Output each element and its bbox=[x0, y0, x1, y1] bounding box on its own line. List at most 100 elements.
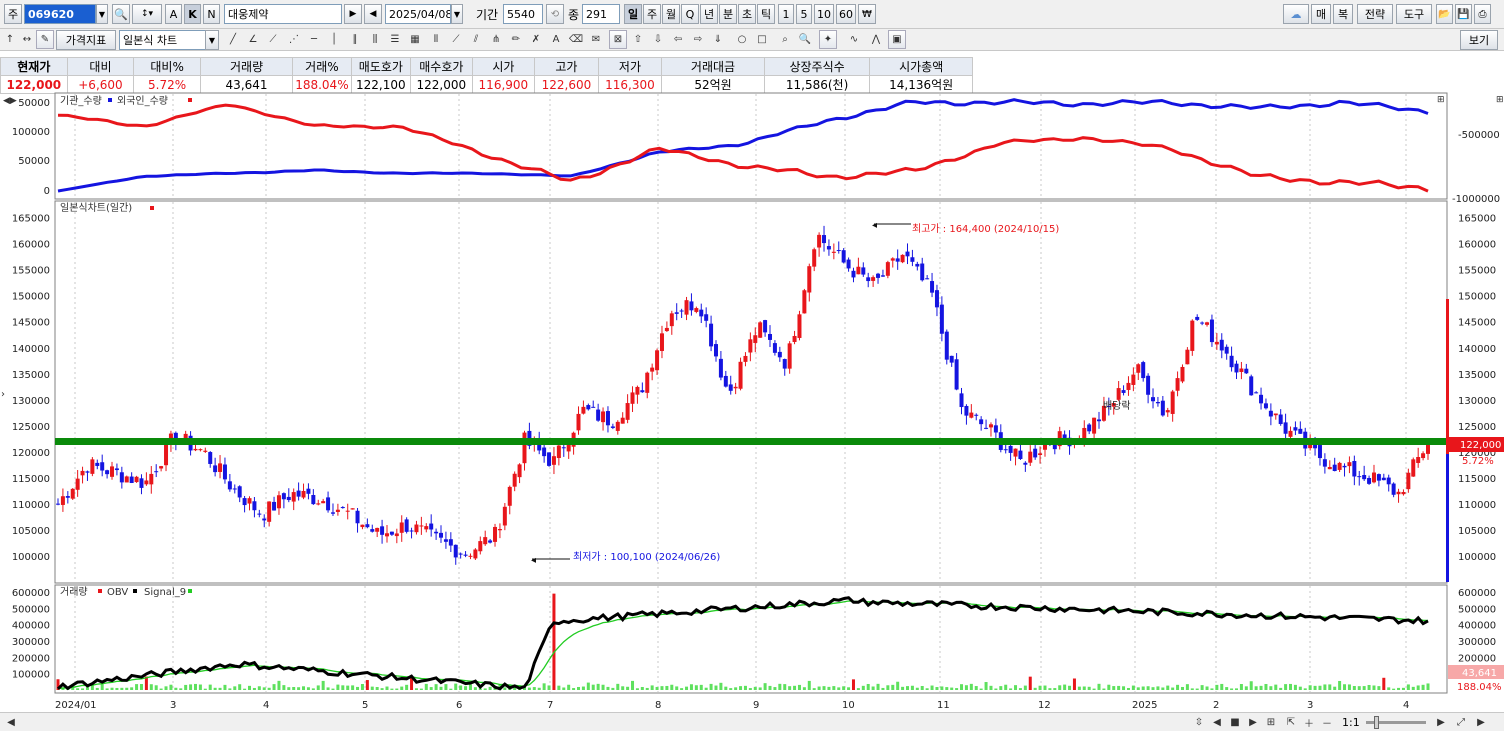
gann-grid-icon[interactable]: ▦ bbox=[406, 30, 424, 49]
zigzag-icon[interactable]: ⋀ bbox=[867, 30, 885, 49]
search-icon[interactable]: 🔍 bbox=[112, 4, 130, 24]
magnifier-icon[interactable]: 🔍 bbox=[796, 30, 814, 49]
mode-k-button[interactable]: K bbox=[184, 4, 201, 24]
scroll-left-icon[interactable]: ◀ bbox=[2, 713, 20, 732]
chart-type-dropdown-icon[interactable]: ▼ bbox=[205, 30, 219, 50]
cloud-icon[interactable]: ☁ bbox=[1283, 4, 1309, 24]
candle-body bbox=[846, 259, 851, 269]
arrow-right-icon[interactable]: ⇨ bbox=[689, 30, 707, 49]
volume-bar bbox=[685, 686, 689, 690]
top-panel-toggle-icon[interactable]: ◀▶ bbox=[3, 96, 17, 106]
parallel-line-icon[interactable]: ∥ bbox=[346, 30, 364, 49]
ray-line-icon[interactable]: ⟋ bbox=[264, 30, 282, 49]
price-indicator-button[interactable]: 가격지표 bbox=[56, 30, 116, 50]
period-input[interactable]: 5540 bbox=[503, 4, 543, 24]
arrow-up-icon[interactable]: ⇧ bbox=[629, 30, 647, 49]
zoom-area-icon[interactable]: ⌕ bbox=[776, 30, 794, 49]
vertical-line-icon[interactable]: │ bbox=[325, 30, 343, 49]
period-second-button[interactable]: 초 bbox=[738, 4, 756, 24]
top-panel-scroll-icon[interactable]: ⊞ bbox=[1496, 95, 1504, 105]
mode-n-button[interactable]: N bbox=[203, 4, 220, 24]
andrews-pitchfork-icon[interactable]: ⋔ bbox=[487, 30, 505, 49]
period-quarter-button[interactable]: Q bbox=[681, 4, 699, 24]
eraser-icon[interactable]: ✗ bbox=[527, 30, 545, 49]
count-input[interactable]: 291 bbox=[582, 4, 620, 24]
mode-a-button[interactable]: A bbox=[165, 4, 182, 24]
scroll-mode-icon[interactable]: ⇳ bbox=[1190, 713, 1208, 732]
fan-line-icon[interactable]: ⋰ bbox=[285, 30, 303, 49]
next-stock-icon[interactable]: ◀ bbox=[364, 4, 382, 24]
chart-area[interactable]: ◀▶ ⊞ ⊞ 기관_수량 외국인_수량 50000 100000 50000 0… bbox=[0, 92, 1504, 712]
arrow-left-icon[interactable]: ⇦ bbox=[669, 30, 687, 49]
maximize-icon[interactable]: ⤢ bbox=[1452, 713, 1470, 732]
stock-code-input[interactable]: 069620 bbox=[24, 4, 96, 24]
scroll-end-icon[interactable]: ▶ bbox=[1432, 713, 1450, 732]
channel-icon[interactable]: ⫽ bbox=[467, 30, 485, 49]
print-icon[interactable]: ⎙ bbox=[1474, 4, 1491, 24]
crosshair-icon[interactable]: ⊠ bbox=[609, 30, 627, 49]
collapse-up-icon[interactable]: ↑ bbox=[1, 30, 19, 49]
interval-10-button[interactable]: 10 bbox=[814, 4, 834, 24]
folder-icon[interactable]: 📂 bbox=[1436, 4, 1453, 24]
tools-button[interactable]: 도구 bbox=[1396, 4, 1432, 24]
volume-bar bbox=[321, 680, 325, 690]
period-year-button[interactable]: 년 bbox=[700, 4, 718, 24]
text-tool-icon[interactable]: A bbox=[547, 30, 565, 49]
highlight-icon[interactable]: ✦ bbox=[819, 30, 837, 49]
top-panel-menu-icon[interactable]: ⊞ bbox=[1437, 95, 1445, 105]
grid-toggle-icon[interactable]: ⊞ bbox=[1262, 713, 1280, 732]
fit-icon[interactable]: ⇱ bbox=[1282, 713, 1300, 732]
zoom-out-icon[interactable]: － bbox=[1318, 713, 1336, 732]
forward-icon[interactable]: ▶ bbox=[1244, 713, 1262, 732]
left-panel-toggle-icon[interactable]: › bbox=[1, 389, 5, 400]
zoom-slider-handle[interactable] bbox=[1374, 716, 1379, 729]
buy-button[interactable]: 매 bbox=[1311, 4, 1331, 24]
interval-1-button[interactable]: 1 bbox=[778, 4, 794, 24]
horizontal-line-icon[interactable]: ─ bbox=[305, 30, 323, 49]
period-minute-button[interactable]: 분 bbox=[719, 4, 737, 24]
fibonacci-time-icon[interactable]: ⫼ bbox=[366, 30, 384, 49]
copy-button[interactable]: 복 bbox=[1333, 4, 1353, 24]
wave-icon[interactable]: ∿ bbox=[845, 30, 863, 49]
settings-icon[interactable]: ✎ bbox=[36, 30, 54, 49]
trendline-icon[interactable]: ╱ bbox=[224, 30, 242, 49]
period-month-button[interactable]: 월 bbox=[662, 4, 680, 24]
interval-60-button[interactable]: 60 bbox=[836, 4, 856, 24]
scroll-right-icon[interactable]: ▶ bbox=[1472, 713, 1490, 732]
currency-icon[interactable]: ₩ bbox=[858, 4, 876, 24]
pencil-icon[interactable]: ✏ bbox=[507, 30, 525, 49]
period-tick-button[interactable]: 틱 bbox=[757, 4, 775, 24]
date-dropdown-icon[interactable]: ▼ bbox=[451, 4, 463, 24]
rectangle-icon[interactable]: □ bbox=[753, 30, 771, 49]
speed-line-icon[interactable]: ⟋ bbox=[447, 30, 465, 49]
erase-all-icon[interactable]: ⌫ bbox=[567, 30, 585, 49]
strategy-button[interactable]: 전략 bbox=[1357, 4, 1393, 24]
interval-5-button[interactable]: 5 bbox=[796, 4, 812, 24]
stop-icon[interactable]: ■ bbox=[1226, 713, 1244, 732]
expand-icon[interactable]: ↔ bbox=[18, 30, 36, 49]
current-price-tag: 122,000 bbox=[1460, 440, 1501, 451]
lock-icon[interactable]: ⟲ bbox=[546, 4, 564, 24]
prev-stock-icon[interactable]: ▶ bbox=[344, 4, 362, 24]
memo-icon[interactable]: ✉ bbox=[587, 30, 605, 49]
volume-bar bbox=[444, 684, 448, 690]
code-dropdown-arrow-icon[interactable]: ▼ bbox=[96, 4, 108, 24]
date-input[interactable]: 2025/04/08 bbox=[385, 4, 451, 24]
chart-type-select[interactable]: 일본식 차트 bbox=[119, 30, 207, 50]
fibonacci-retrace-icon[interactable]: ☰ bbox=[386, 30, 404, 49]
market-button[interactable]: 주 bbox=[4, 4, 22, 24]
period-day-button[interactable]: 일 bbox=[624, 4, 642, 24]
circle-icon[interactable]: ○ bbox=[733, 30, 751, 49]
arrow-down-icon[interactable]: ⇩ bbox=[649, 30, 667, 49]
rewind-icon[interactable]: ◀ bbox=[1208, 713, 1226, 732]
save-icon[interactable]: 💾 bbox=[1455, 4, 1472, 24]
sort-icon[interactable]: ↕▾ bbox=[132, 4, 162, 24]
angle-line-icon[interactable]: ∠ bbox=[244, 30, 262, 49]
cycle-line-icon[interactable]: ⫴ bbox=[427, 30, 445, 49]
stock-name-field[interactable]: 대웅제약 bbox=[224, 4, 342, 24]
arrow-down-line-icon[interactable]: ⇓ bbox=[709, 30, 727, 49]
dialog-icon[interactable]: ▣ bbox=[888, 30, 906, 49]
period-week-button[interactable]: 주 bbox=[643, 4, 661, 24]
zoom-in-icon[interactable]: ＋ bbox=[1300, 713, 1318, 732]
view-button[interactable]: 보기 bbox=[1460, 30, 1498, 50]
